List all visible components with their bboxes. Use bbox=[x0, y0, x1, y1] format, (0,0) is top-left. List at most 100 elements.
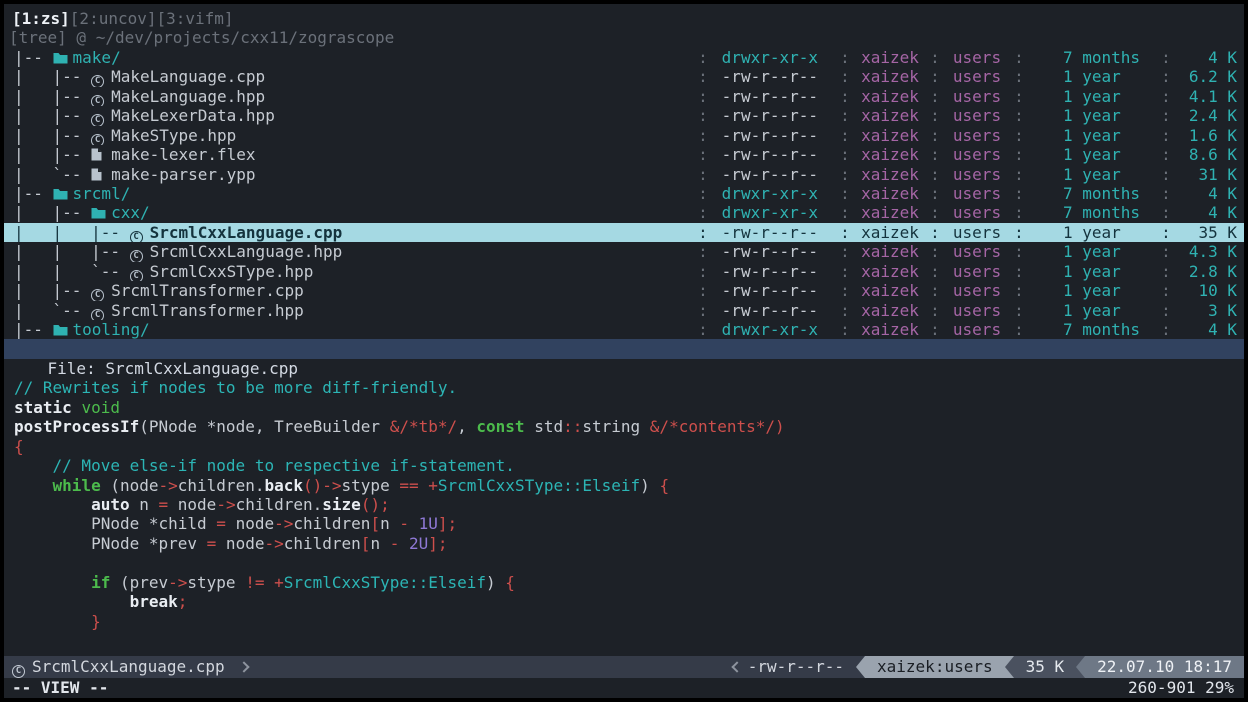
cpp-file-icon: C bbox=[130, 223, 150, 242]
file-group: users bbox=[950, 145, 1004, 164]
column-separator: : bbox=[830, 281, 860, 300]
file-permissions: -rw-r--r-- bbox=[718, 126, 830, 145]
tree-row[interactable]: | |-- CMakeLanguage.cpp:-rw-r--r--:xaize… bbox=[4, 67, 1244, 86]
file-group: users bbox=[950, 165, 1004, 184]
tree-row[interactable]: | |-- CSrcmlTransformer.cpp:-rw-r--r--:x… bbox=[4, 281, 1244, 300]
file-permissions: drwxr-xr-x bbox=[718, 320, 830, 339]
file-owner: xaizek bbox=[860, 184, 920, 203]
file-owner: xaizek bbox=[860, 126, 920, 145]
column-separator: : bbox=[920, 242, 950, 261]
file-permissions: drwxr-xr-x bbox=[718, 203, 830, 222]
file-group: users bbox=[950, 262, 1004, 281]
code-line: PNode *prev = node->children[n - 2U]; bbox=[14, 534, 1244, 553]
tree-row[interactable]: | |-- make-lexer.flex:-rw-r--r--:xaizek:… bbox=[4, 145, 1244, 164]
column-separator: : bbox=[830, 320, 860, 339]
file-group: users bbox=[950, 301, 1004, 320]
code-line: } bbox=[14, 612, 1244, 631]
tree-branch: | |-- bbox=[14, 281, 91, 300]
tree-row[interactable]: | `-- CSrcmlTransformer.hpp:-rw-r--r--:x… bbox=[4, 301, 1244, 320]
tree-row-name-cell: |-- srcml/ bbox=[14, 184, 688, 203]
powerline-separator-icon bbox=[1005, 656, 1014, 678]
column-separator: : bbox=[688, 242, 718, 261]
cpp-file-icon: C bbox=[91, 87, 111, 106]
file-mtime: 1 year bbox=[1034, 145, 1151, 164]
file-permissions: -rw-r--r-- bbox=[718, 262, 830, 281]
column-separator: : bbox=[1151, 126, 1181, 145]
tree-branch: | | |-- bbox=[14, 242, 130, 261]
file-owner: xaizek bbox=[860, 67, 920, 86]
directory-name: cxx/ bbox=[111, 203, 150, 222]
tree-row[interactable]: | |-- CMakeLexerData.hpp:-rw-r--r--:xaiz… bbox=[4, 106, 1244, 125]
file-owner: xaizek bbox=[860, 48, 920, 67]
tree-row-name-cell: | |-- CMakeLanguage.hpp bbox=[14, 87, 688, 106]
folder-icon bbox=[53, 320, 73, 339]
code-line: PNode *child = node->children[n - 1U]; bbox=[14, 514, 1244, 533]
tree-row[interactable]: |-- srcml/:drwxr-xr-x:xaizek:users:7 mon… bbox=[4, 184, 1244, 203]
tmux-window-uncov[interactable]: [2:uncov] bbox=[70, 9, 157, 28]
tree-row[interactable]: |-- make/:drwxr-xr-x:xaizek:users:7 mont… bbox=[4, 48, 1244, 67]
tree-row-name-cell: | |-- CMakeSType.hpp bbox=[14, 126, 688, 145]
code-line: { bbox=[14, 437, 1244, 456]
file-group: users bbox=[950, 203, 1004, 222]
file-owner: xaizek bbox=[860, 320, 920, 339]
tree-row[interactable]: | | |-- CSrcmlCxxLanguage.cpp:-rw-r--r--… bbox=[4, 223, 1244, 242]
tree-row[interactable]: |-- tooling/:drwxr-xr-x:xaizek:users:7 m… bbox=[4, 320, 1244, 339]
preview-file-header: File: SrcmlCxxLanguage.cpp bbox=[4, 339, 1244, 358]
column-separator: : bbox=[1151, 320, 1181, 339]
directory-name: tooling/ bbox=[73, 320, 150, 339]
file-owner: xaizek bbox=[860, 203, 920, 222]
tree-row[interactable]: | `-- make-parser.ypp:-rw-r--r--:xaizek:… bbox=[4, 165, 1244, 184]
file-name: MakeSType.hpp bbox=[111, 126, 236, 145]
column-separator: : bbox=[830, 106, 860, 125]
file-tree[interactable]: |-- make/:drwxr-xr-x:xaizek:users:7 mont… bbox=[4, 48, 1244, 340]
tmux-window-vifm[interactable]: [3:vifm] bbox=[157, 9, 234, 28]
file-permissions: -rw-r--r-- bbox=[718, 87, 830, 106]
file-owner: xaizek bbox=[860, 242, 920, 261]
column-separator: : bbox=[1004, 48, 1034, 67]
column-separator: : bbox=[1151, 301, 1181, 320]
file-group: users bbox=[950, 242, 1004, 261]
file-permissions: -rw-r--r-- bbox=[718, 106, 830, 125]
tree-row-name-cell: | `-- make-parser.ypp bbox=[14, 165, 688, 184]
column-separator: : bbox=[688, 262, 718, 281]
file-group: users bbox=[950, 320, 1004, 339]
file-size: 6.2 K bbox=[1181, 67, 1237, 86]
column-separator: : bbox=[830, 223, 860, 242]
file-mtime: 7 months bbox=[1034, 184, 1151, 203]
file-group: users bbox=[950, 87, 1004, 106]
chevron-left-icon bbox=[731, 661, 742, 672]
column-separator: : bbox=[1151, 48, 1181, 67]
tree-row[interactable]: | | `-- CSrcmlCxxSType.hpp:-rw-r--r--:xa… bbox=[4, 262, 1244, 281]
file-icon bbox=[91, 145, 111, 164]
code-line: while (node->children.back()->stype == +… bbox=[14, 476, 1244, 495]
code-line: // Move else-if node to respective if-st… bbox=[14, 456, 1244, 475]
code-line: postProcessIf(PNode *node, TreeBuilder &… bbox=[14, 417, 1244, 436]
column-separator: : bbox=[920, 106, 950, 125]
file-name: SrcmlCxxLanguage.hpp bbox=[150, 242, 343, 261]
file-name: SrcmlCxxSType.hpp bbox=[150, 262, 314, 281]
column-separator: : bbox=[1004, 223, 1034, 242]
column-separator: : bbox=[688, 106, 718, 125]
column-separator: : bbox=[688, 67, 718, 86]
preview-pane[interactable]: // Rewrites if nodes to be more diff-fri… bbox=[4, 359, 1244, 656]
tree-branch: | | |-- bbox=[14, 223, 130, 242]
code-line: break; bbox=[14, 592, 1244, 611]
file-mtime: 7 months bbox=[1034, 203, 1151, 222]
cpp-file-icon: C bbox=[91, 301, 111, 320]
column-separator: : bbox=[830, 301, 860, 320]
cpp-file-icon: C bbox=[130, 242, 150, 261]
column-separator: : bbox=[920, 165, 950, 184]
tree-row[interactable]: | |-- cxx/:drwxr-xr-x:xaizek:users:7 mon… bbox=[4, 203, 1244, 222]
tree-row[interactable]: | |-- CMakeLanguage.hpp:-rw-r--r--:xaize… bbox=[4, 87, 1244, 106]
file-icon bbox=[91, 165, 111, 184]
tree-row[interactable]: | |-- CMakeSType.hpp:-rw-r--r--:xaizek:u… bbox=[4, 126, 1244, 145]
tmux-window-zs[interactable]: [1:zs] bbox=[12, 9, 70, 28]
tree-branch: | `-- bbox=[14, 165, 91, 184]
file-permissions: -rw-r--r-- bbox=[718, 281, 830, 300]
view-title: [tree] @ ~/dev/projects/cxx11/zograscope bbox=[4, 28, 1244, 47]
cpp-file-icon: C bbox=[91, 67, 111, 86]
column-separator: : bbox=[1004, 301, 1034, 320]
column-separator: : bbox=[920, 87, 950, 106]
tree-row[interactable]: | | |-- CSrcmlCxxLanguage.hpp:-rw-r--r--… bbox=[4, 242, 1244, 261]
folder-icon bbox=[53, 184, 73, 203]
